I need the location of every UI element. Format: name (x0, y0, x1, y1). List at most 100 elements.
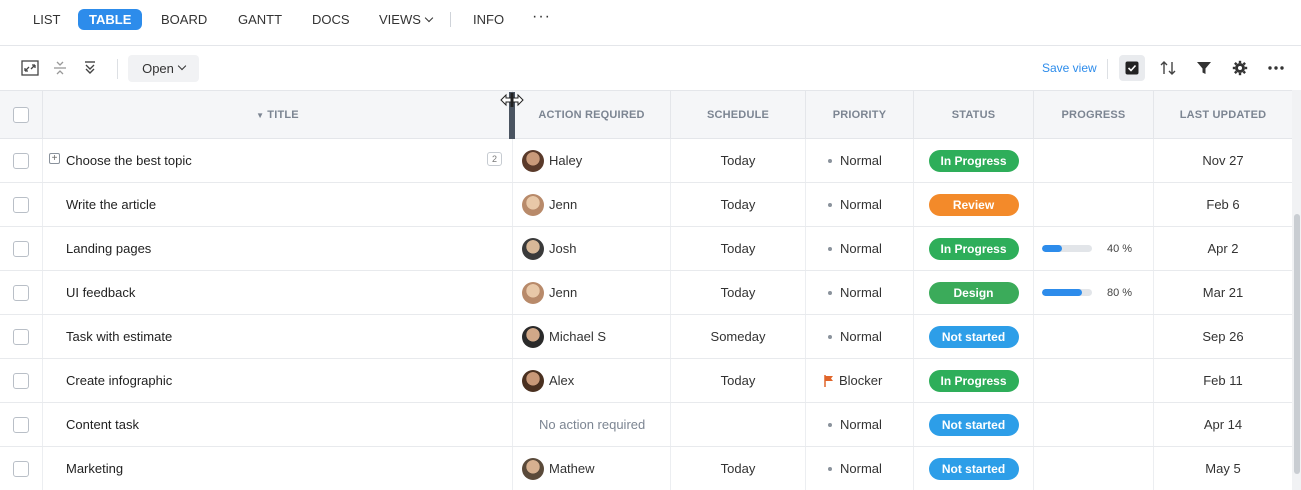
filter-icon[interactable] (1193, 57, 1215, 79)
progress-cell[interactable]: 40 % (1033, 227, 1153, 270)
progress-cell[interactable]: 80 % (1033, 271, 1153, 314)
table-row[interactable]: Task with estimate Michael S Someday Normal… (0, 315, 1292, 359)
tab-list[interactable]: LIST (22, 9, 71, 30)
collapse-all-icon[interactable] (79, 57, 101, 79)
more-icon[interactable]: ··· (532, 8, 551, 26)
progress-cell[interactable] (1033, 447, 1153, 490)
table-row[interactable]: UI feedback Jenn Today Normal Design 80 % Mar … (0, 271, 1292, 315)
tab-views[interactable]: VIEWS (368, 9, 443, 30)
status-cell[interactable]: Review (913, 183, 1033, 226)
status-badge[interactable]: Not started (928, 413, 1019, 436)
row-checkbox[interactable] (13, 328, 29, 345)
status-badge[interactable]: Review (928, 193, 1019, 216)
schedule-cell[interactable]: Today (670, 227, 805, 270)
action-required-cell[interactable]: No action required (512, 403, 670, 446)
schedule-cell[interactable] (670, 403, 805, 446)
settings-icon[interactable] (1229, 57, 1251, 79)
status-cell[interactable]: In Progress (913, 139, 1033, 182)
status-cell[interactable]: Design (913, 271, 1033, 314)
status-badge[interactable]: Not started (928, 325, 1019, 348)
row-checkbox[interactable] (13, 196, 29, 213)
task-title[interactable]: Content task (66, 417, 139, 432)
action-required-cell[interactable]: Mathew (512, 447, 670, 490)
schedule-cell[interactable]: Someday (670, 315, 805, 358)
expand-subtasks-icon[interactable]: + (49, 153, 60, 164)
priority-cell[interactable]: Normal (805, 403, 913, 446)
action-required-cell[interactable]: Jenn (512, 271, 670, 314)
action-required-cell[interactable]: Michael S (512, 315, 670, 358)
title-cell[interactable]: Task with estimate (42, 315, 512, 358)
progress-cell[interactable] (1033, 359, 1153, 402)
column-header-status[interactable]: STATUS (913, 91, 1033, 139)
tab-gantt[interactable]: GANTT (227, 9, 293, 30)
task-title[interactable]: Marketing (66, 461, 123, 476)
progress-cell[interactable] (1033, 183, 1153, 226)
status-cell[interactable]: In Progress (913, 359, 1033, 402)
more-icon[interactable] (1265, 57, 1287, 79)
tab-info[interactable]: INFO (462, 9, 515, 30)
action-required-cell[interactable]: Josh (512, 227, 670, 270)
task-title[interactable]: Choose the best topic (66, 153, 192, 168)
priority-cell[interactable]: Normal (805, 227, 913, 270)
priority-cell[interactable]: Normal (805, 271, 913, 314)
title-cell[interactable]: UI feedback (42, 271, 512, 314)
title-cell[interactable]: Landing pages (42, 227, 512, 270)
schedule-cell[interactable]: Today (670, 271, 805, 314)
collapse-icon[interactable] (49, 57, 71, 79)
table-row[interactable]: Landing pages Josh Today Normal In Progress 4… (0, 227, 1292, 271)
action-required-cell[interactable]: Haley (512, 139, 670, 182)
save-view-link[interactable]: Save view (1042, 61, 1097, 75)
priority-cell[interactable]: Normal (805, 183, 913, 226)
column-header-action-required[interactable]: ACTION REQUIRED (512, 91, 670, 139)
column-header-schedule[interactable]: SCHEDULE (670, 91, 805, 139)
row-checkbox[interactable] (13, 372, 29, 389)
task-title[interactable]: Task with estimate (66, 329, 172, 344)
task-title[interactable]: Landing pages (66, 241, 151, 256)
priority-cell[interactable]: Normal (805, 139, 913, 182)
scrollbar-thumb[interactable] (1294, 214, 1300, 474)
checkbox-toggle-icon[interactable] (1119, 55, 1145, 81)
table-row[interactable]: Marketing Mathew Today Normal Not started May… (0, 447, 1292, 490)
status-badge[interactable]: In Progress (928, 237, 1019, 260)
progress-cell[interactable] (1033, 403, 1153, 446)
row-checkbox[interactable] (13, 416, 29, 433)
select-all-checkbox[interactable] (13, 107, 29, 123)
title-cell[interactable]: Marketing (42, 447, 512, 490)
schedule-cell[interactable]: Today (670, 183, 805, 226)
column-header-last-updated[interactable]: LAST UPDATED (1153, 91, 1292, 139)
status-cell[interactable]: In Progress (913, 227, 1033, 270)
table-row[interactable]: Content task No action required Normal Not … (0, 403, 1292, 447)
column-header-title[interactable]: ▼ TITLE (42, 91, 512, 139)
status-badge[interactable]: In Progress (928, 149, 1019, 172)
schedule-cell[interactable]: Today (670, 447, 805, 490)
row-checkbox[interactable] (13, 152, 29, 169)
status-badge[interactable]: Not started (928, 457, 1019, 480)
schedule-cell[interactable]: Today (670, 359, 805, 402)
column-header-priority[interactable]: PRIORITY (805, 91, 913, 139)
title-cell[interactable]: Content task (42, 403, 512, 446)
action-required-cell[interactable]: Alex (512, 359, 670, 402)
table-row[interactable]: Create infographic Alex Today Blocker In Pro… (0, 359, 1292, 403)
action-required-cell[interactable]: Jenn (512, 183, 670, 226)
table-row[interactable]: Write the article Jenn Today Normal Review Fe… (0, 183, 1292, 227)
schedule-cell[interactable]: Today (670, 139, 805, 182)
row-checkbox[interactable] (13, 284, 29, 301)
priority-cell[interactable]: Normal (805, 447, 913, 490)
title-cell[interactable]: +2 Choose the best topic (42, 139, 512, 182)
task-title[interactable]: Create infographic (66, 373, 172, 388)
priority-cell[interactable]: Blocker (805, 359, 913, 402)
progress-cell[interactable] (1033, 139, 1153, 182)
expand-icon[interactable] (19, 57, 41, 79)
status-cell[interactable]: Not started (913, 447, 1033, 490)
row-checkbox[interactable] (13, 240, 29, 257)
title-cell[interactable]: Create infographic (42, 359, 512, 402)
status-badge[interactable]: In Progress (928, 369, 1019, 392)
task-title[interactable]: Write the article (66, 197, 156, 212)
table-row[interactable]: +2 Choose the best topic Haley Today Normal I… (0, 139, 1292, 183)
tab-docs[interactable]: DOCS (301, 9, 361, 30)
column-header-progress[interactable]: PROGRESS (1033, 91, 1153, 139)
row-checkbox[interactable] (13, 460, 29, 477)
task-title[interactable]: UI feedback (66, 285, 135, 300)
priority-cell[interactable]: Normal (805, 315, 913, 358)
status-cell[interactable]: Not started (913, 403, 1033, 446)
